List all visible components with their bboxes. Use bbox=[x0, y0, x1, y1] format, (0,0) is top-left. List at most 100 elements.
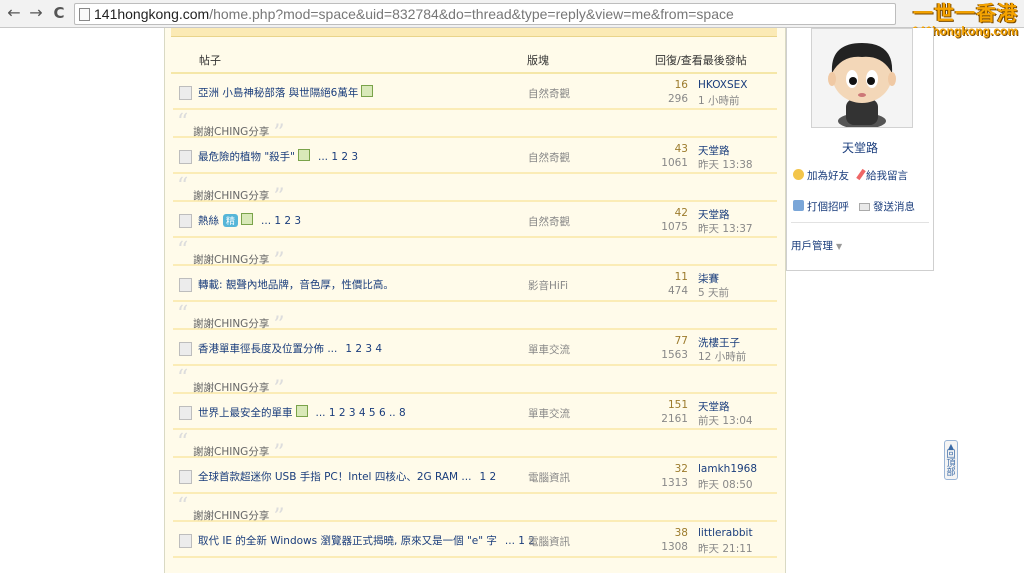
reply-count: 16 bbox=[674, 79, 688, 91]
user-manage-menu[interactable]: 用戶管理 ▼ bbox=[791, 238, 842, 253]
thread-title-link[interactable]: 最危險的植物 "殺手" bbox=[198, 151, 295, 163]
poke-link[interactable]: 打個招呼 bbox=[793, 199, 849, 214]
thread-title-cell: 熱絲精 ... 1 2 3 bbox=[198, 213, 528, 228]
browser-toolbar: ← → C 141hongkong.com/home.php?mod=space… bbox=[0, 0, 1024, 28]
folder-icon bbox=[179, 406, 192, 420]
col-forum-header: 版塊 bbox=[527, 54, 549, 67]
table-row: 亞洲 小島神秘部落 與世隔絕6萬年 自然奇觀 16 296 HKOXSEX 1 小時前 bbox=[173, 74, 777, 110]
address-bar[interactable]: 141hongkong.com/home.php?mod=space&uid=8… bbox=[74, 3, 896, 25]
back-to-top-button[interactable]: ▲ 回頂部 bbox=[944, 440, 958, 480]
last-poster[interactable]: 天堂路 bbox=[698, 207, 730, 222]
forum-name[interactable]: 單車交流 bbox=[528, 342, 570, 357]
table-header: 帖子 版塊 回復/查看最後發帖 bbox=[171, 46, 777, 74]
quote-open-icon: “ bbox=[177, 110, 189, 135]
view-count: 474 bbox=[667, 285, 688, 297]
attachment-icon bbox=[361, 85, 374, 97]
thread-pages[interactable]: ... 1 2 3 bbox=[318, 151, 358, 163]
forum-name[interactable]: 自然奇觀 bbox=[528, 214, 570, 229]
thread-panel: 帖子 版塊 回復/查看最後發帖 亞洲 小島神秘部落 與世隔絕6萬年 自然奇觀 16 2… bbox=[164, 28, 786, 573]
quote-open-icon: “ bbox=[177, 174, 189, 199]
forum-name[interactable]: 電腦資訊 bbox=[528, 534, 570, 549]
leave-message-label: 給我留言 bbox=[866, 170, 908, 182]
view-count: 1313 bbox=[661, 477, 688, 489]
thread-title-link[interactable]: 熱絲 bbox=[198, 215, 219, 227]
folder-icon bbox=[179, 86, 192, 100]
last-poster[interactable]: 洗樓王子 bbox=[698, 335, 740, 350]
last-poster[interactable]: 天堂路 bbox=[698, 143, 730, 158]
forum-name[interactable]: 自然奇觀 bbox=[528, 86, 570, 101]
folder-icon bbox=[179, 214, 192, 228]
thread-title-link[interactable]: 全球首款超迷你 USB 手指 PC！Intel 四核心、2G RAM ... bbox=[198, 471, 471, 483]
poke-icon bbox=[793, 200, 804, 211]
view-count: 1075 bbox=[661, 221, 688, 233]
reply-count: 38 bbox=[674, 527, 688, 539]
thread-pages[interactable]: ... 1 2 3 4 5 6 .. 8 bbox=[316, 407, 406, 419]
quote-open-icon: “ bbox=[177, 430, 189, 455]
thread-title-link[interactable]: 香港單車徑長度及位置分佈 ... bbox=[198, 343, 337, 355]
folder-icon bbox=[179, 470, 192, 484]
table-row: 全球首款超迷你 USB 手指 PC！Intel 四核心、2G RAM ... 1 … bbox=[173, 458, 777, 494]
view-count: 2161 bbox=[661, 413, 688, 425]
thread-title-cell: 香港單車徑長度及位置分佈 ... 1 2 3 4 bbox=[198, 341, 528, 356]
leave-message-link[interactable]: 給我留言 bbox=[856, 168, 908, 183]
reply-quote: “謝謝CHING分享” bbox=[173, 238, 777, 274]
folder-icon bbox=[179, 342, 192, 356]
folder-icon bbox=[179, 150, 192, 164]
last-poster[interactable]: 天堂路 bbox=[698, 399, 730, 414]
forum-name[interactable]: 自然奇觀 bbox=[528, 150, 570, 165]
forward-icon[interactable]: → bbox=[26, 3, 46, 23]
last-poster[interactable]: HKOXSEX bbox=[698, 79, 748, 91]
reply-quote: “謝謝CHING分享” bbox=[173, 366, 777, 402]
pencil-icon bbox=[856, 168, 866, 181]
last-post-time: 前天 13:04 bbox=[698, 415, 753, 427]
add-friend-link[interactable]: 加為好友 bbox=[793, 168, 849, 183]
breadcrumb-strip bbox=[171, 28, 777, 37]
sidebar-divider bbox=[791, 222, 929, 223]
quote-open-icon: “ bbox=[177, 238, 189, 263]
table-row: 最危險的植物 "殺手" ... 1 2 3 自然奇觀 43 1061 天堂路 昨天 13:3… bbox=[173, 138, 777, 174]
thread-title-link[interactable]: 世界上最安全的單車 bbox=[198, 407, 293, 419]
table-row: 轉載: 靚聲內地品牌，音色厚，性價比高。 影音HiFi 11 474 柒賽 5 天前 bbox=[173, 266, 777, 302]
thread-title-link[interactable]: 亞洲 小島神秘部落 與世隔絕6萬年 bbox=[198, 87, 358, 99]
col-thread-header: 帖子 bbox=[199, 54, 221, 67]
table-row: 取代 IE 的全新 Windows 瀏覽器正式揭曉, 原來又是一個 "e" 字.… bbox=[173, 522, 777, 558]
profile-username[interactable]: 天堂路 bbox=[787, 139, 933, 156]
folder-icon bbox=[179, 534, 192, 548]
user-manage-label: 用戶管理 bbox=[791, 240, 833, 252]
quote-open-icon: “ bbox=[177, 302, 189, 327]
attachment-icon bbox=[241, 213, 254, 225]
back-icon[interactable]: ← bbox=[4, 3, 24, 23]
forum-name[interactable]: 影音HiFi bbox=[528, 278, 568, 293]
last-poster[interactable]: littlerabbit bbox=[698, 527, 753, 539]
thread-title-link[interactable]: 轉載: 靚聲內地品牌，音色厚，性價比高。 bbox=[198, 279, 394, 291]
forum-name[interactable]: 電腦資訊 bbox=[528, 470, 570, 485]
last-post-time: 1 小時前 bbox=[698, 95, 740, 107]
thread-pages[interactable]: 1 2 3 4 bbox=[345, 343, 382, 355]
forum-name[interactable]: 單車交流 bbox=[528, 406, 570, 421]
col-stats-header: 回復/查看最後發帖 bbox=[655, 54, 747, 67]
last-post-time: 昨天 13:37 bbox=[698, 223, 753, 235]
view-count: 1061 bbox=[661, 157, 688, 169]
last-post-time: 昨天 21:11 bbox=[698, 543, 753, 555]
thread-title-cell: 全球首款超迷你 USB 手指 PC！Intel 四核心、2G RAM ... 1 … bbox=[198, 469, 528, 484]
attachment-icon bbox=[295, 405, 308, 417]
thread-title-link[interactable]: 取代 IE 的全新 Windows 瀏覽器正式揭曉, 原來又是一個 "e" 字 bbox=[198, 535, 497, 547]
quote-open-icon: “ bbox=[177, 366, 189, 391]
send-message-label: 發送消息 bbox=[873, 201, 915, 213]
thread-pages[interactable]: 1 2 bbox=[479, 471, 496, 483]
reload-icon[interactable]: C bbox=[49, 3, 69, 23]
reply-quote: “謝謝CHING分享” bbox=[173, 110, 777, 146]
last-poster[interactable]: 柒賽 bbox=[698, 271, 719, 286]
reply-quote: “謝謝CHING分享” bbox=[173, 174, 777, 210]
reply-quote: “謝謝CHING分享” bbox=[173, 494, 777, 530]
reply-count: 151 bbox=[667, 399, 688, 411]
table-row: 世界上最安全的單車 ... 1 2 3 4 5 6 .. 8 單車交流 151 2161… bbox=[173, 394, 777, 430]
last-poster[interactable]: lamkh1968 bbox=[698, 463, 757, 475]
thread-pages[interactable]: ... 1 2 3 bbox=[261, 215, 301, 227]
attachment-icon bbox=[298, 149, 310, 161]
last-post-time: 12 小時前 bbox=[698, 351, 747, 363]
reply-count: 43 bbox=[674, 143, 688, 155]
send-message-link[interactable]: 發送消息 bbox=[859, 199, 915, 214]
avatar[interactable] bbox=[811, 28, 913, 129]
folder-icon bbox=[179, 278, 192, 292]
